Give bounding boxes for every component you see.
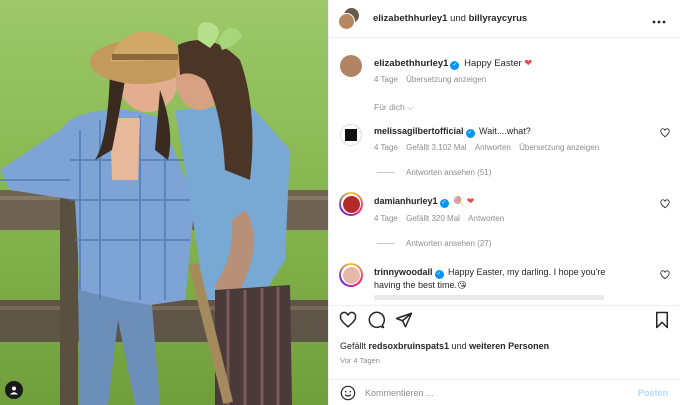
view-replies[interactable]: Antworten ansehen (27)	[406, 239, 491, 248]
comment-text: 🍭 ❤	[453, 196, 475, 206]
caption-translate[interactable]: Übersetzung anzeigen	[406, 75, 486, 84]
comment-filter[interactable]: Für dich ⌵	[374, 102, 414, 113]
filter-label: Für dich	[374, 102, 405, 112]
caption-text: Happy Easter	[464, 58, 522, 69]
comment-text: Wait....what?	[479, 126, 531, 136]
more-horizontal-icon[interactable]	[652, 16, 666, 24]
post-photo[interactable]	[0, 0, 328, 405]
comment-heart-icon[interactable]	[660, 270, 670, 280]
comment-likes[interactable]: Gefällt 320 Mal	[406, 214, 460, 223]
action-bar	[329, 307, 680, 333]
comment-bar: Posten	[329, 379, 680, 405]
view-replies[interactable]: Antworten ansehen (51)	[406, 168, 491, 177]
comment-heart-icon[interactable]	[660, 199, 670, 209]
comment-meta: 4 Tage Gefällt 3.102 Mal Antworten Übers…	[374, 143, 599, 152]
replies-divider	[377, 172, 395, 173]
comment-likes[interactable]: Gefällt 3.102 Mal	[406, 143, 466, 152]
comment-reply[interactable]: Antworten	[468, 214, 504, 223]
comment-reply[interactable]: Antworten	[475, 143, 511, 152]
header-title: elizabethhurley1 und billyraycyrus	[373, 13, 527, 24]
user-tag-icon[interactable]	[5, 381, 23, 399]
photo-illustration	[0, 0, 328, 405]
comment-text: Happy Easter, my darling. I hope you're	[448, 267, 606, 277]
comment-user[interactable]: trinnywoodall	[374, 267, 433, 277]
post-side-panel: elizabethhurley1 und billyraycyrus eliza…	[328, 0, 680, 405]
caption-meta: 4 Tage Übersetzung anzeigen	[374, 75, 486, 84]
comment-time[interactable]: 4 Tage	[374, 214, 398, 223]
share-icon[interactable]	[395, 311, 413, 331]
verified-badge-icon: ✓	[465, 129, 475, 138]
likes-user[interactable]: redsoxbruinspats1	[369, 341, 450, 351]
comment-line-2: having the best time.😘	[374, 280, 466, 291]
comment-line: melissagilbertofficial ✓ Wait....what?	[374, 126, 531, 138]
header-account-a[interactable]: elizabethhurley1	[373, 13, 447, 24]
comment-meta: 4 Tage Gefällt 320 Mal Antworten	[374, 214, 504, 223]
heart-icon[interactable]	[339, 311, 357, 331]
comment-user[interactable]: melissagilbertofficial	[374, 126, 464, 136]
bookmark-icon[interactable]	[654, 311, 670, 331]
header-account-b[interactable]: billyraycyrus	[469, 13, 528, 24]
likes-others[interactable]: weiteren Personen	[469, 341, 549, 351]
caption-line: elizabethhurley1 ✓ Happy Easter ❤	[374, 58, 532, 70]
divider	[329, 305, 680, 306]
comment-avatar[interactable]	[339, 263, 363, 287]
header-conjunction: und	[450, 13, 466, 24]
scroll-cutoff	[329, 293, 680, 305]
comment-emoji: 😘	[457, 280, 467, 290]
caption-user[interactable]: elizabethhurley1	[374, 58, 448, 69]
likes-summary: Gefällt redsoxbruinspats1 und weiteren P…	[340, 341, 549, 351]
comment-user[interactable]: damianhurley1	[374, 196, 438, 206]
post-button[interactable]: Posten	[638, 388, 668, 398]
verified-badge-icon: ✓	[450, 61, 460, 70]
likes-prefix: Gefällt	[340, 341, 367, 351]
comment-line: trinnywoodall ✓ Happy Easter, my darling.…	[374, 267, 605, 279]
verified-badge-icon: ✓	[439, 199, 449, 208]
comment-heart-icon[interactable]	[660, 128, 670, 138]
verified-badge-icon: ✓	[434, 270, 444, 279]
comment-avatar[interactable]	[339, 192, 363, 216]
comment-avatar[interactable]	[340, 124, 362, 146]
caption-time[interactable]: 4 Tage	[374, 75, 398, 84]
comment-input[interactable]	[365, 385, 615, 401]
comment-icon[interactable]	[367, 311, 385, 331]
comment-translate[interactable]: Übersetzung anzeigen	[519, 143, 599, 152]
emoji-icon[interactable]	[340, 385, 356, 403]
post-time[interactable]: Vor 4 Tagen	[340, 356, 380, 365]
collab-avatar-front[interactable]	[338, 13, 355, 30]
comment-text-cont: having the best time.	[374, 280, 458, 290]
comment-time[interactable]: 4 Tage	[374, 143, 398, 152]
likes-and: und	[451, 341, 467, 351]
post-header: elizabethhurley1 und billyraycyrus	[329, 0, 680, 38]
comment-line: damianhurley1 ✓ 🍭 ❤	[374, 196, 474, 208]
chevron-down-icon: ⌵	[407, 102, 414, 112]
replies-divider	[377, 243, 395, 244]
caption-emoji: ❤	[524, 58, 533, 69]
caption-avatar[interactable]	[340, 55, 362, 77]
